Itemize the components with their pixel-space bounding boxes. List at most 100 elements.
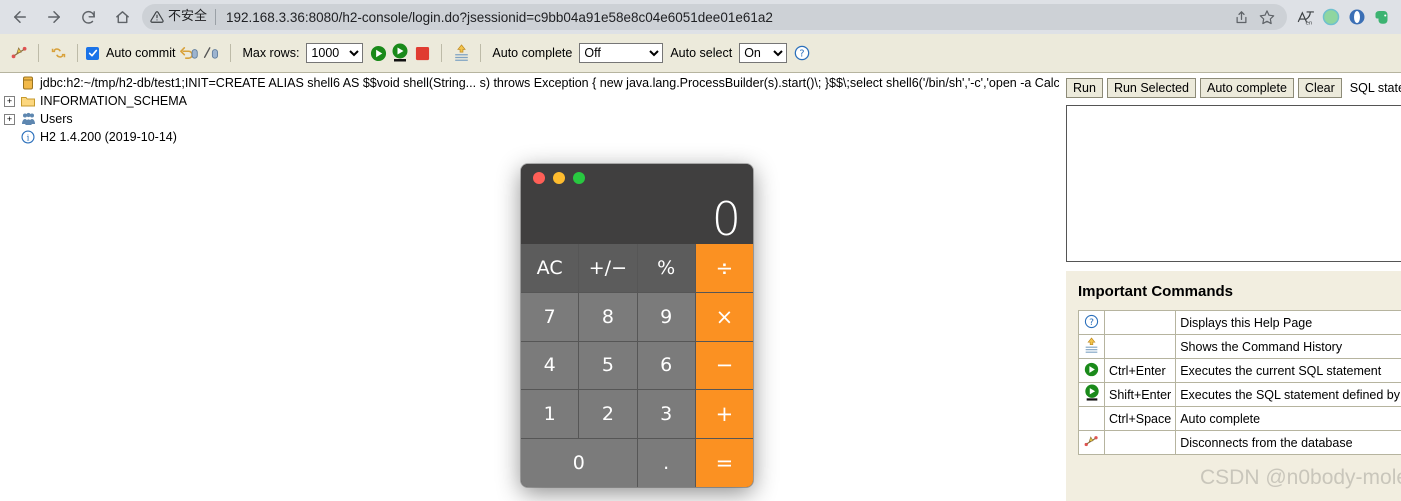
run-selected-button[interactable]: Run Selected [1106, 78, 1196, 98]
back-button[interactable] [6, 3, 34, 31]
clear-button[interactable]: Clear [1297, 78, 1342, 98]
calc-key-multiply[interactable]: × [695, 292, 753, 341]
auto-complete-button[interactable]: Auto complete [1200, 78, 1294, 98]
home-button[interactable] [108, 3, 136, 31]
max-rows-label: Max rows: [242, 46, 300, 60]
forward-button[interactable] [40, 3, 68, 31]
refresh-icon[interactable] [47, 43, 69, 63]
calc-key-4[interactable]: 4 [521, 341, 579, 390]
auto-select-select[interactable]: OnOff [739, 43, 788, 63]
sql-editor-panel: Run Run Selected Auto complete Clear SQL… [1060, 74, 1401, 501]
svg-text:i: i [27, 134, 30, 144]
calc-key-decimal[interactable]: . [637, 439, 695, 487]
share-icon[interactable] [1229, 5, 1253, 29]
calc-key-9[interactable]: 9 [637, 292, 695, 341]
tree-item-information-schema[interactable]: + INFORMATION_SCHEMA [0, 92, 1059, 110]
calc-key-minus[interactable]: − [695, 341, 753, 390]
folder-icon [20, 93, 36, 109]
auto-commit-label[interactable]: Auto commit [106, 46, 175, 60]
commands-table: ? Displays this Help Page Shows the Comm… [1078, 310, 1401, 455]
max-rows-select[interactable]: 102050100200500100010000 [306, 43, 364, 63]
auto-complete-label: Auto complete [492, 46, 573, 60]
commit-icon[interactable] [200, 43, 222, 63]
disconnect-icon[interactable] [1078, 430, 1105, 455]
translate-icon[interactable]: en [1295, 7, 1315, 27]
calc-key-7[interactable]: 7 [521, 292, 579, 341]
evernote-elephant-icon[interactable] [1373, 7, 1393, 27]
calc-key-plus[interactable]: + [695, 390, 753, 439]
green-circle-extension-icon[interactable] [1321, 7, 1341, 27]
calc-key-3[interactable]: 3 [637, 390, 695, 439]
table-row[interactable]: Ctrl+Space Auto complete [1078, 406, 1401, 431]
tree-item-users[interactable]: + Users [0, 110, 1059, 128]
run-button[interactable]: Run [1066, 78, 1103, 98]
info-icon: i [20, 129, 36, 145]
calc-key-equals[interactable]: = [695, 439, 753, 487]
run-icon[interactable] [367, 43, 389, 63]
disconnect-icon[interactable] [8, 43, 30, 63]
calc-key-divide[interactable]: ÷ [695, 244, 753, 292]
calculator-display: 0 [711, 192, 741, 246]
close-window-button[interactable] [533, 172, 545, 184]
shortcut-key: Ctrl+Enter [1103, 358, 1177, 383]
auto-commit-checkbox[interactable] [86, 46, 99, 60]
toolbar-divider [230, 44, 232, 62]
database-icon [20, 75, 36, 91]
table-row[interactable]: Shows the Command History [1078, 334, 1401, 359]
sql-statement-input[interactable] [1066, 105, 1401, 262]
calc-key-ac[interactable]: AC [521, 244, 579, 292]
run-icon[interactable] [1078, 358, 1105, 383]
window-controls [533, 172, 585, 184]
important-commands-box: Important Commands ? Displays this Help … [1066, 271, 1401, 501]
calc-key-6[interactable]: 6 [637, 341, 695, 390]
help-icon[interactable]: ? [791, 43, 813, 63]
maximize-window-button[interactable] [573, 172, 585, 184]
calc-key-0[interactable]: 0 [521, 439, 637, 487]
toolbar-divider [38, 44, 39, 62]
calculator-keypad: AC +/−% ÷ 7 8 9 × 4 5 6− 1 2 3 +0. = [521, 244, 753, 487]
minimize-window-button[interactable] [553, 172, 565, 184]
calc-key-5[interactable]: 5 [579, 341, 637, 390]
calculator-titlebar[interactable]: 0 [521, 164, 753, 244]
svg-text:?: ? [800, 49, 805, 60]
command-description: Shows the Command History [1175, 334, 1401, 359]
auto-select-label: Auto select [670, 46, 733, 60]
tree-item-jdbc-url[interactable]: jdbc:h2:~/tmp/h2-db/test1;INIT=CREATE AL… [0, 74, 1059, 92]
sql-statement-label: SQL statement: [1349, 81, 1401, 95]
command-history-icon[interactable] [1078, 334, 1105, 359]
bookmark-star-icon[interactable] [1255, 5, 1279, 29]
help-icon[interactable]: ? [1078, 310, 1105, 335]
expander-icon[interactable]: + [4, 113, 15, 125]
h2-version-label: H2 1.4.200 (2019-10-14) [40, 130, 177, 144]
blue-ring-extension-icon[interactable] [1347, 7, 1367, 27]
tree-item-version: i H2 1.4.200 (2019-10-14) [0, 128, 1059, 146]
auto-complete-select[interactable]: OffNormalFull [579, 43, 664, 63]
calc-key-sign[interactable]: +/− [579, 244, 637, 292]
table-row[interactable]: Shift+Enter Executes the SQL statement d… [1078, 382, 1401, 407]
calc-key-8[interactable]: 8 [579, 292, 637, 341]
table-row[interactable]: ? Displays this Help Page [1078, 310, 1401, 335]
security-label: 不安全 [168, 9, 208, 24]
calculator-window[interactable]: 0 AC +/−% ÷ 7 8 9 × 4 5 6− 1 2 3 +0. = [521, 164, 753, 487]
reload-button[interactable] [74, 3, 102, 31]
calc-key-1[interactable]: 1 [521, 390, 579, 439]
url-text[interactable]: 192.168.3.36:8080/h2-console/login.do?js… [216, 10, 773, 25]
table-row[interactable]: Ctrl+Enter Executes the current SQL stat… [1078, 358, 1401, 383]
warning-triangle-icon [150, 11, 164, 23]
run-selected-icon[interactable] [1078, 382, 1105, 407]
command-description: Executes the current SQL statement [1175, 358, 1401, 383]
calc-key-percent[interactable]: % [637, 244, 695, 292]
stop-icon[interactable] [411, 43, 433, 63]
jdbc-url-label: jdbc:h2:~/tmp/h2-db/test1;INIT=CREATE AL… [40, 76, 1059, 90]
table-row[interactable]: Disconnects from the database [1078, 430, 1401, 455]
expander-icon[interactable]: + [4, 95, 15, 107]
important-commands-title: Important Commands [1078, 283, 1234, 300]
security-status[interactable]: 不安全 [150, 9, 217, 25]
command-history-icon[interactable] [450, 43, 472, 63]
run-selected-icon[interactable] [389, 43, 411, 63]
shortcut-key [1103, 430, 1177, 455]
browser-toolbar: 不安全 192.168.3.36:8080/h2-console/login.d… [0, 0, 1401, 34]
calc-key-2[interactable]: 2 [579, 390, 637, 439]
rollback-icon[interactable] [178, 43, 200, 63]
address-bar[interactable]: 不安全 192.168.3.36:8080/h2-console/login.d… [142, 4, 1287, 30]
